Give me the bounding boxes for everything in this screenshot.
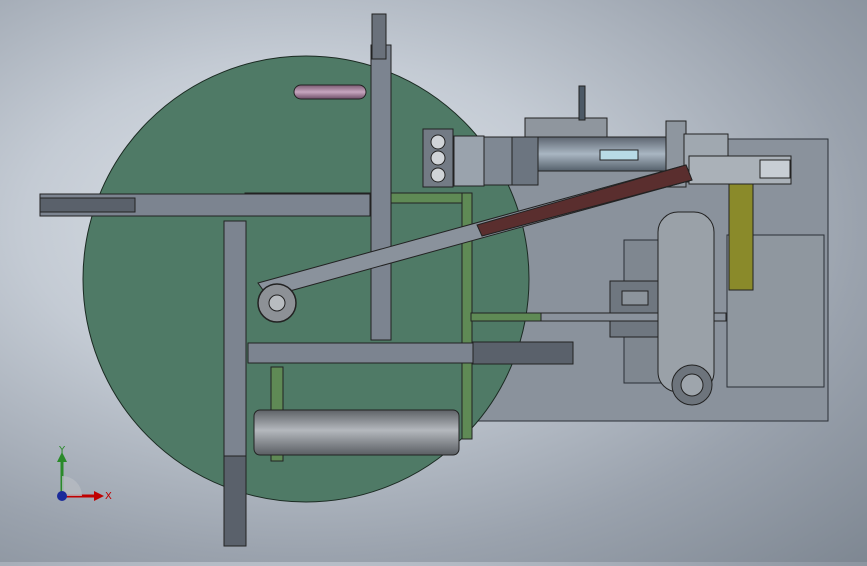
y-axis-label: Y (58, 445, 66, 456)
x-axis-label: X (105, 491, 112, 502)
roller (253, 409, 460, 456)
assembly-drawing (39, 13, 829, 547)
handle (578, 85, 586, 121)
coordinate-triad: X Y (50, 440, 120, 510)
pink-rod (293, 84, 367, 100)
gearbox-window (609, 280, 659, 338)
arm-vertical-top (370, 44, 392, 341)
olive-bracket (728, 183, 754, 291)
origin-point (57, 491, 67, 501)
cad-viewport[interactable] (0, 0, 867, 562)
motor-body (657, 211, 715, 393)
frame-rail-mid (470, 312, 542, 322)
